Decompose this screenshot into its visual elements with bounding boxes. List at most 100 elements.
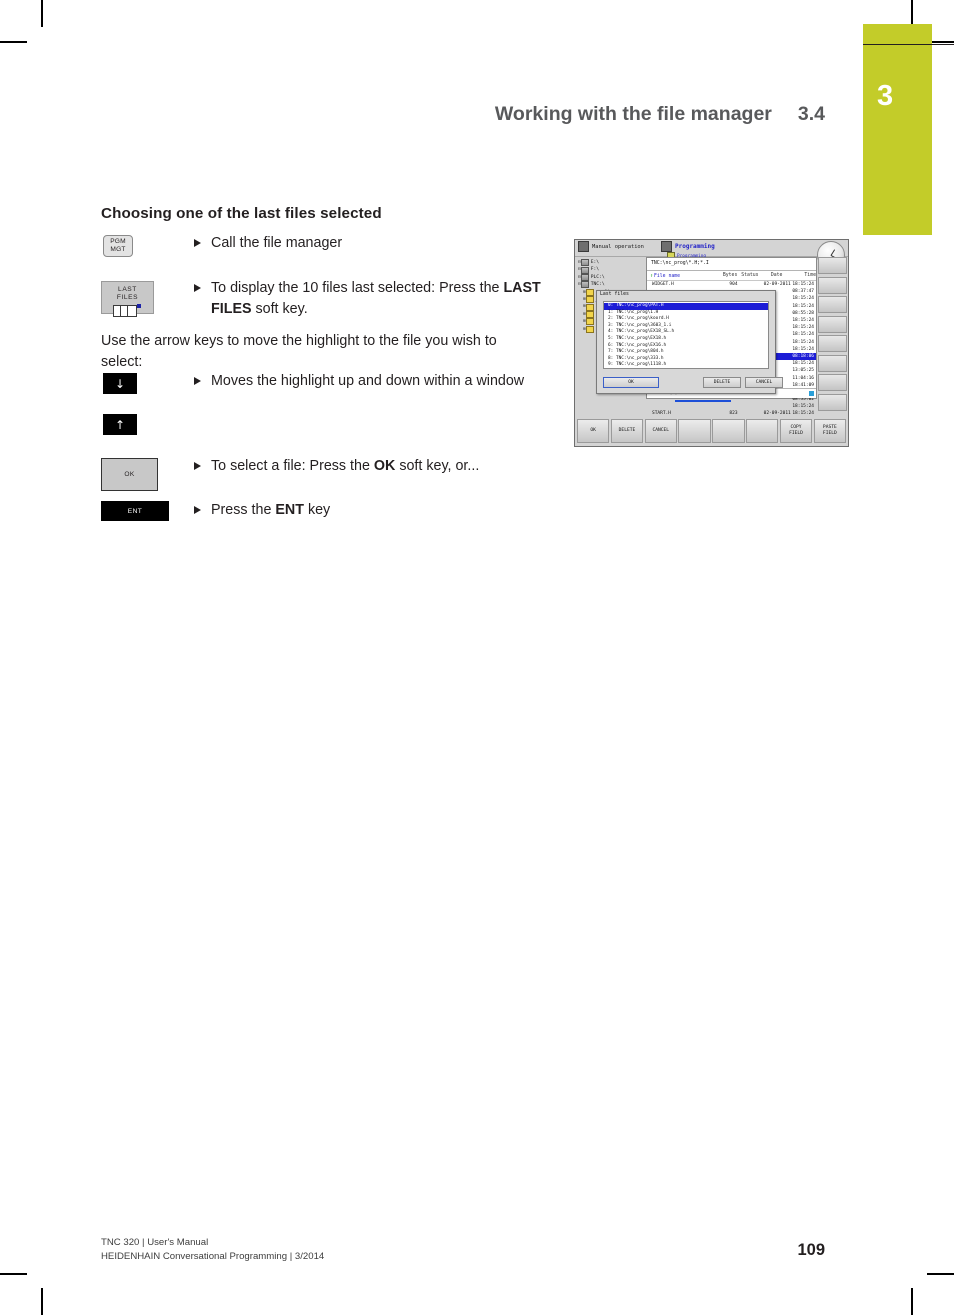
last-files-item-path: TNC:\nc_prog\koord.H [615,316,669,322]
file-row-time: 08:37:47 [792,289,814,295]
file-row-date: 02-09-2011 [763,282,791,288]
vertical-softkey[interactable] [818,296,847,313]
tree-expander-icon[interactable]: ⊟ [578,281,581,288]
bottom-softkey-label-line2: FIELD [789,431,803,436]
path-filter-field[interactable]: TNC:\nc_prog\*.H;*.I [647,258,816,271]
file-row-bytes: 823 [729,411,738,417]
vertical-softkey[interactable] [818,393,847,411]
tree-expander-icon[interactable]: ⊞ [583,289,586,296]
tree-expander-icon[interactable]: ⊟ [578,274,581,281]
file-row-time: 18:15:24 [792,411,814,417]
stacked-pages-icon [112,303,143,317]
tree-expander-icon[interactable]: ⊞ [583,326,586,333]
tree-node-label: PLC:\ [590,274,605,280]
last-files-item-index: 1: [608,309,616,315]
tree-node[interactable]: ⊟ TNC:\ [576,281,645,289]
vertical-softkey-column[interactable] [818,257,847,411]
step-select-file-text: To select a file: Press the OK soft key,… [211,456,479,477]
bottom-softkey[interactable]: CANCEL [644,419,677,443]
arrow-down-key-icon: ↓ [103,373,137,394]
file-row-time: 11:04:16 [792,375,814,381]
ent-key-label: ENT [127,507,143,515]
vertical-softkey[interactable] [818,276,847,294]
ok-softkey-icon: OK [101,458,158,491]
tree-expander-icon[interactable]: ⊞ [583,311,586,318]
last-files-list-item[interactable]: 2: TNC:\nc_prog\koord.H [604,316,768,323]
mode-programming-label: Programming [675,243,715,250]
file-row[interactable]: WIDGET.H 904 02-09-2011 18:15:24 [647,281,816,288]
vertical-softkey[interactable] [818,315,847,333]
file-row[interactable]: 18:15:24 [647,403,816,410]
arrow-down-icon: ↓ [114,376,126,391]
last-files-dialog-list[interactable]: 0: TNC:\nc_prog\PAT.H 1: TNC:\nc_prog\1.H… [603,301,769,369]
vertical-softkey[interactable] [818,257,847,274]
programming-icon [661,241,672,252]
manual-operation-icon [578,241,589,252]
last-files-list-item[interactable]: 4: TNC:\nc_prog\EX18_SL.h [604,329,768,336]
status-indicator-icon [809,391,814,396]
crop-mark-bottom-left-horizontal [0,1273,27,1275]
mode-programming-line1: Programming [661,241,715,252]
tree-expander-icon[interactable]: ⊟ [578,266,581,273]
dialog-ok-button[interactable]: OK [603,377,659,388]
vertical-softkey[interactable] [818,374,847,391]
last-files-dialog-title: Last files [600,292,629,297]
bottom-softkey[interactable]: OK [577,419,610,443]
last-files-list-item[interactable]: 5: TNC:\nc_prog\EX18.h [604,336,768,343]
file-list-column-headers[interactable]: ↑File name Bytes Status Date Time [647,271,816,281]
tree-node[interactable]: ⊟ F:\ [576,266,645,274]
last-files-list-item[interactable]: 9: TNC:\nc_prog\1118.h [604,362,768,368]
dialog-delete-button[interactable]: DELETE [703,377,741,388]
file-row-time: 18:15:24 [792,361,814,367]
last-files-list-item[interactable]: 7: TNC:\nc_prog\804.h [604,349,768,356]
chapter-tab: 3 [863,24,932,235]
bottom-softkey[interactable]: DELETE [610,419,644,443]
column-header-status[interactable]: Status [737,273,762,278]
crop-mark-bottom-right-vertical [911,1288,913,1315]
tree-expander-icon[interactable]: ⊞ [583,296,586,303]
bottom-softkey[interactable] [678,419,711,443]
tree-node[interactable]: ⊟ PLC:\ [576,273,645,281]
column-header-time[interactable]: Time [791,273,816,278]
folder-icon [586,288,595,296]
step-text-after: soft key, or... [395,458,480,474]
column-header-date[interactable]: Date [762,273,790,278]
bottom-softkey[interactable] [746,419,779,443]
ok-softkey-label: OK [124,471,135,478]
arrow-up-key-icon: ↑ [103,414,137,435]
tree-expander-icon[interactable]: ⊞ [583,303,586,310]
vertical-softkey[interactable] [818,335,847,352]
dialog-cancel-button[interactable]: CANCEL [745,377,783,388]
last-files-dialog-buttons: OK DELETE CANCEL [603,377,783,388]
folder-icon [586,325,595,333]
file-row-time: 18:15:24 [792,325,814,331]
last-files-item-path: TNC:\nc_prog\1.H [615,309,659,315]
file-row-time: 18:15:24 [792,332,814,338]
footer-line-2: HEIDENHAIN Conversational Programming | … [101,1250,325,1262]
tree-expander-icon[interactable]: ⊞ [583,318,586,325]
folder-icon [586,318,595,326]
section-title: Choosing one of the last files selected [101,205,382,222]
last-files-dialog[interactable]: Last files 0: TNC:\nc_prog\PAT.H 1: TNC:\… [596,290,783,394]
folder-icon [586,296,595,304]
tree-node[interactable]: ⊟ E:\ [576,259,645,267]
last-files-item-path: TNC:\nc_prog\PAT.H [615,303,664,308]
ent-key-icon: ENT [101,501,169,521]
step-text-after: key [303,502,331,518]
last-files-list-item[interactable]: 0: TNC:\nc_prog\PAT.H [604,303,768,310]
column-header-bytes[interactable]: Bytes [712,273,737,278]
bottom-softkey[interactable]: COPY FIELD [779,419,813,443]
page-sheet-icon-3 [126,304,137,317]
crop-mark-bottom-right-horizontal [927,1273,954,1275]
bottom-softkey-row[interactable]: OK DELETE CANCEL COPY FIELD PASTE FIELD [576,417,847,445]
file-row-name: WIDGET.H [652,282,674,288]
bottom-softkey[interactable]: PASTE FIELD [813,419,846,443]
running-head-title: Working with the file manager [494,103,772,125]
column-header-file-name[interactable]: ↑File name [647,273,712,279]
last-files-item-path: TNC:\nc_prog\3603_1.i [615,322,672,328]
file-row-bytes: 904 [729,282,738,288]
tree-expander-icon[interactable]: ⊟ [578,259,581,266]
file-row-time: 18:15:24 [792,346,814,352]
bottom-softkey[interactable] [712,419,745,443]
vertical-softkey[interactable] [818,354,847,372]
